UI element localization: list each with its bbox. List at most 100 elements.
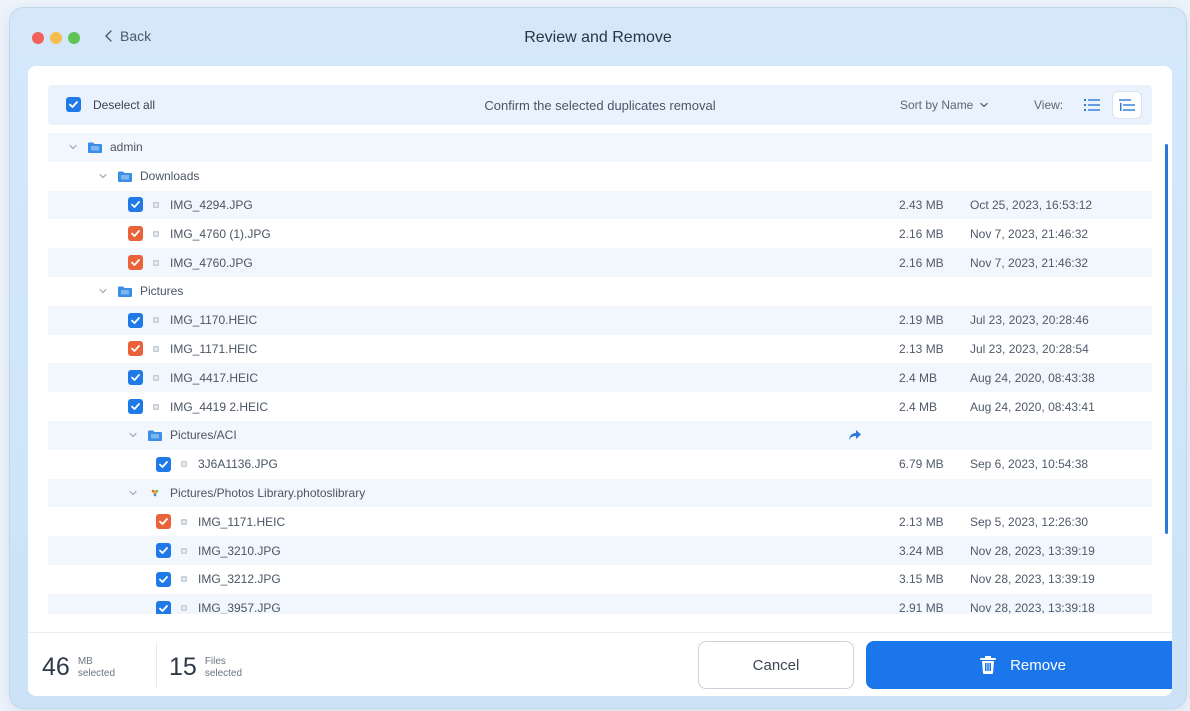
file-checkbox[interactable] xyxy=(128,399,143,415)
file-checkbox[interactable] xyxy=(128,341,143,357)
file-date: Sep 5, 2023, 12:26:30 xyxy=(970,514,1089,529)
folder-icon xyxy=(118,171,132,182)
folder-name: Pictures/Photos Library.photoslibrary xyxy=(170,485,366,500)
file-icon xyxy=(181,576,187,583)
file-icon xyxy=(181,518,187,525)
folder-row[interactable]: Pictures/Photos Library.photoslibrary xyxy=(48,478,1152,508)
file-row[interactable]: IMG_4417.HEIC 2.4 MB Aug 24, 2020, 08:43:3… xyxy=(48,363,1152,393)
file-row[interactable]: IMG_1170.HEIC 2.19 MB Jul 23, 2023, 20:28:… xyxy=(48,305,1152,335)
list-view-icon xyxy=(1084,99,1100,111)
file-row[interactable]: IMG_4760 (1).JPG 2.16 MB Nov 7, 2023, 21:4… xyxy=(48,219,1152,248)
chevron-down-icon[interactable] xyxy=(98,286,108,296)
file-row[interactable]: IMG_4294.JPG 2.43 MB Oct 25, 2023, 16:53:1… xyxy=(48,190,1152,220)
file-icon xyxy=(181,461,187,468)
list-toolbar: Deselect all Confirm the selected duplic… xyxy=(48,85,1152,125)
file-tree-list: admin Downloads IMG_4294.JPG 2.43 MB Oct 25,… xyxy=(48,133,1152,614)
folder-row[interactable]: Pictures/ACI xyxy=(48,420,1152,450)
file-date: Sep 6, 2023, 10:54:38 xyxy=(970,457,1089,472)
file-icon xyxy=(153,317,159,324)
file-row[interactable]: IMG_4760.JPG 2.16 MB Nov 7, 2023, 21:46:32 xyxy=(48,248,1152,277)
file-size: 2.19 MB xyxy=(899,313,944,328)
file-checkbox[interactable] xyxy=(156,543,171,559)
remove-button[interactable]: Remove xyxy=(866,641,1172,689)
file-row[interactable]: IMG_3957.JPG 2.91 MB Nov 28, 2023, 13:39:1… xyxy=(48,593,1152,614)
file-row[interactable]: IMG_3212.JPG 3.15 MB Nov 28, 2023, 13:39:1… xyxy=(48,565,1152,594)
file-date: Nov 7, 2023, 21:46:32 xyxy=(970,226,1089,241)
chevron-down-icon[interactable] xyxy=(128,430,138,440)
deselect-all-toggle[interactable]: Deselect all xyxy=(66,97,155,112)
file-row[interactable]: IMG_1171.HEIC 2.13 MB Jul 23, 2023, 20:28:… xyxy=(48,335,1152,364)
file-name: IMG_4760 (1).JPG xyxy=(170,226,271,241)
file-row[interactable]: IMG_1171.HEIC 2.13 MB Sep 5, 2023, 12:26:3… xyxy=(48,507,1152,536)
folder-row[interactable]: Pictures xyxy=(48,277,1152,306)
file-date: Nov 28, 2023, 13:39:19 xyxy=(970,543,1095,558)
file-date: Nov 28, 2023, 13:39:19 xyxy=(970,572,1095,587)
file-name: 3J6A1136.JPG xyxy=(198,457,278,472)
file-date: Jul 23, 2023, 20:28:54 xyxy=(970,341,1089,356)
deselect-all-label: Deselect all xyxy=(93,97,156,112)
file-checkbox[interactable] xyxy=(156,571,171,587)
selected-size-unit: MB xyxy=(77,655,93,667)
view-label: View: xyxy=(1034,98,1064,112)
folder-row[interactable]: Downloads xyxy=(48,162,1152,191)
app-window: Back Review and Remove Deselect all Conf… xyxy=(10,8,1186,708)
list-view-button[interactable] xyxy=(1078,92,1106,118)
file-name: IMG_4760.JPG xyxy=(170,255,253,270)
file-icon xyxy=(153,345,159,352)
selected-size-value: 46 xyxy=(42,653,70,681)
file-row[interactable]: IMG_4419 2.HEIC 2.4 MB Aug 24, 2020, 08:43… xyxy=(48,392,1152,421)
sort-dropdown[interactable]: Sort by Name xyxy=(900,98,989,112)
review-panel: Deselect all Confirm the selected duplic… xyxy=(28,66,1172,696)
chevron-down-icon xyxy=(980,102,989,108)
folder-row[interactable]: admin xyxy=(48,133,1152,162)
file-row[interactable]: IMG_3210.JPG 3.24 MB Nov 28, 2023, 13:39:1… xyxy=(48,536,1152,565)
file-checkbox[interactable] xyxy=(128,370,143,386)
file-name: IMG_3210.JPG xyxy=(198,543,281,558)
selected-files-unit: Files xyxy=(204,655,226,667)
stat-divider xyxy=(156,643,157,687)
file-name: IMG_1171.HEIC xyxy=(170,341,258,356)
file-name: IMG_3212.JPG xyxy=(198,572,281,587)
file-checkbox[interactable] xyxy=(128,255,143,271)
vertical-scrollbar[interactable] xyxy=(1165,144,1168,534)
title-bar: Back Review and Remove xyxy=(10,8,1186,66)
file-size: 2.13 MB xyxy=(899,514,944,529)
file-icon xyxy=(153,230,159,237)
folder-icon xyxy=(88,142,102,153)
chevron-down-icon[interactable] xyxy=(98,171,108,181)
file-icon xyxy=(153,201,159,208)
file-checkbox[interactable] xyxy=(128,197,143,213)
file-name: IMG_4294.JPG xyxy=(170,197,253,212)
selected-files-caption: Files selected xyxy=(205,656,242,680)
file-size: 2.91 MB xyxy=(899,601,944,614)
selected-files-label: selected xyxy=(204,667,243,679)
file-icon xyxy=(153,374,159,381)
chevron-down-icon[interactable] xyxy=(68,142,78,152)
file-checkbox[interactable] xyxy=(128,226,143,242)
file-size: 2.16 MB xyxy=(899,226,944,241)
folder-name: admin xyxy=(110,140,143,155)
file-checkbox[interactable] xyxy=(128,312,143,328)
folder-icon xyxy=(118,286,132,297)
reveal-in-finder-icon[interactable] xyxy=(848,429,862,441)
file-checkbox[interactable] xyxy=(156,600,171,614)
footer-bar: 46 MB selected 15 Files selected Cancel xyxy=(28,632,1172,696)
sort-label: Sort by Name xyxy=(900,98,974,112)
file-date: Aug 24, 2020, 08:43:38 xyxy=(970,370,1095,385)
file-checkbox[interactable] xyxy=(156,456,171,472)
tree-view-icon xyxy=(1119,99,1135,111)
tree-view-button[interactable] xyxy=(1113,92,1141,118)
photos-library-icon xyxy=(151,490,159,497)
selected-size-label: selected xyxy=(77,667,116,679)
selected-files-stat: 15 Files selected xyxy=(169,653,242,682)
deselect-all-checkbox[interactable] xyxy=(66,97,81,112)
file-icon xyxy=(153,259,159,266)
folder-name: Downloads xyxy=(140,169,200,184)
cancel-button[interactable]: Cancel xyxy=(698,641,854,689)
file-checkbox[interactable] xyxy=(156,514,171,530)
file-row[interactable]: 3J6A1136.JPG 6.79 MB Sep 6, 2023, 10:54:38 xyxy=(48,450,1152,479)
file-icon xyxy=(181,605,187,612)
file-date: Oct 25, 2023, 16:53:12 xyxy=(970,197,1093,212)
chevron-down-icon[interactable] xyxy=(128,488,138,498)
file-size: 2.16 MB xyxy=(899,255,944,270)
